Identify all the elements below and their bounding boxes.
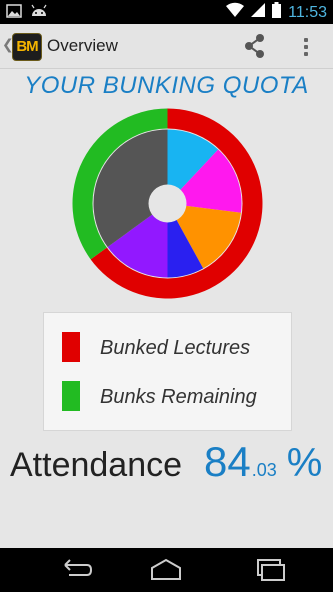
status-bar: 11:53 (0, 0, 333, 24)
signal-icon (251, 2, 266, 23)
battery-icon (272, 2, 282, 23)
recent-apps-icon (257, 559, 285, 581)
overflow-menu-button[interactable] (296, 34, 316, 60)
action-bar: ❮ BM Overview (0, 24, 333, 69)
attendance-percent: % (286, 441, 323, 485)
legend: Bunked Lectures Bunks Remaining (43, 312, 292, 431)
android-icon (30, 3, 48, 24)
page-title: Overview (47, 36, 118, 55)
legend-swatch-remaining (62, 381, 80, 411)
wifi-icon (226, 2, 245, 23)
quota-title: YOUR BUNKING QUOTA (24, 72, 309, 99)
back-button[interactable] (55, 557, 95, 583)
bunking-quota-chart (72, 108, 263, 299)
attendance-value: 84.03% (204, 438, 322, 486)
legend-swatch-bunked (62, 332, 80, 362)
attendance-decimal: .03 (251, 460, 277, 480)
share-button[interactable] (240, 33, 270, 59)
app-icon[interactable]: BM (12, 33, 42, 61)
share-icon (245, 34, 264, 58)
attendance-integer: 84 (204, 438, 251, 485)
legend-label-bunked: Bunked Lectures (100, 337, 251, 359)
navigation-bar (0, 548, 333, 592)
chart-center-hole (148, 184, 187, 223)
back-icon (64, 559, 93, 576)
home-button[interactable] (146, 557, 186, 583)
attendance-label: Attendance (10, 446, 183, 484)
image-icon (6, 3, 22, 24)
home-icon (151, 558, 181, 580)
legend-label-remaining: Bunks Remaining (100, 386, 257, 408)
status-time: 11:53 (288, 3, 327, 21)
recent-apps-button[interactable] (250, 557, 290, 583)
